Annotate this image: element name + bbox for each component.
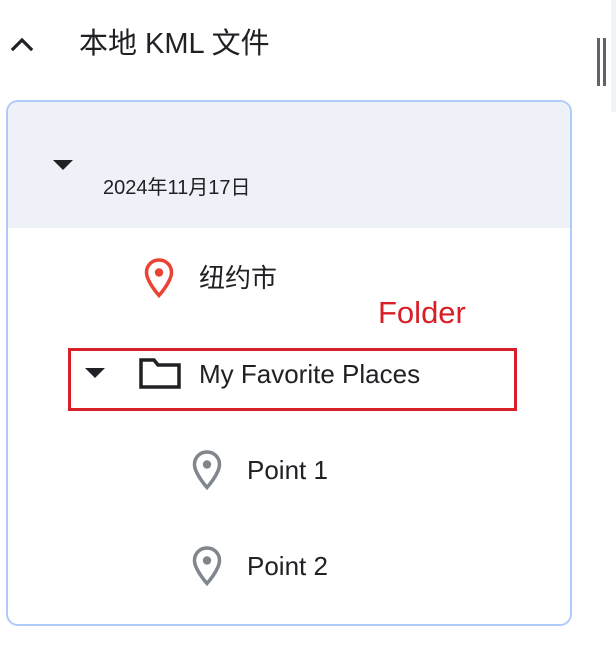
map-pin-icon (192, 546, 222, 586)
tree-item-point[interactable]: Point 2 (8, 520, 570, 616)
annotation-label: Folder (378, 295, 466, 330)
scrollbar-track (611, 0, 616, 112)
date-group-label: 2024年11月17日 (103, 177, 251, 199)
point-label: Point 2 (247, 551, 328, 581)
annotation-highlight-box (68, 348, 517, 411)
placemark-label: 纽约市 (199, 263, 278, 293)
layer-title: 本地 KML 文件 (79, 28, 270, 60)
point-label: Point 1 (247, 455, 328, 485)
tree-item-point[interactable]: Point 1 (8, 424, 570, 520)
chevron-up-icon[interactable] (8, 30, 36, 58)
tree-item-placemark[interactable]: 纽约市 (8, 232, 570, 328)
caret-down-icon[interactable] (53, 160, 73, 170)
map-pin-icon (144, 258, 174, 298)
scrollbar-handle[interactable] (597, 38, 607, 86)
layer-header: 本地 KML 文件 (0, 0, 616, 112)
tree-item-date-group[interactable]: 2024年11月17日 (8, 102, 570, 228)
map-pin-icon (192, 450, 222, 490)
